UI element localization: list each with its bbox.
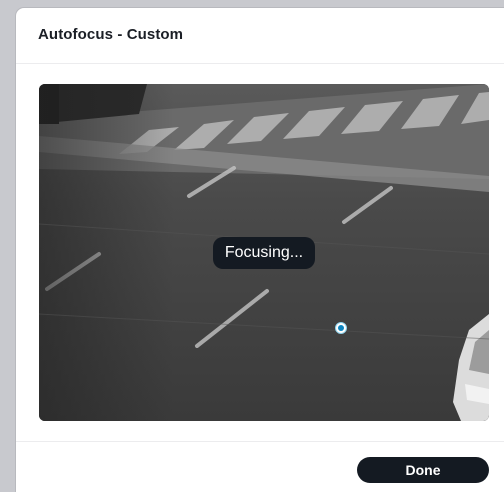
camera-video-feed[interactable]: Focusing...: [39, 84, 489, 421]
done-button[interactable]: Done: [357, 457, 489, 483]
focus-point-icon[interactable]: [335, 322, 347, 334]
focusing-status-badge: Focusing...: [213, 237, 315, 269]
dialog-footer: Done: [16, 441, 504, 492]
dialog-header: Autofocus - Custom: [16, 8, 504, 64]
autofocus-dialog: Autofocus - Custom Focusing... Done: [16, 8, 504, 492]
dialog-title: Autofocus - Custom: [38, 26, 184, 43]
